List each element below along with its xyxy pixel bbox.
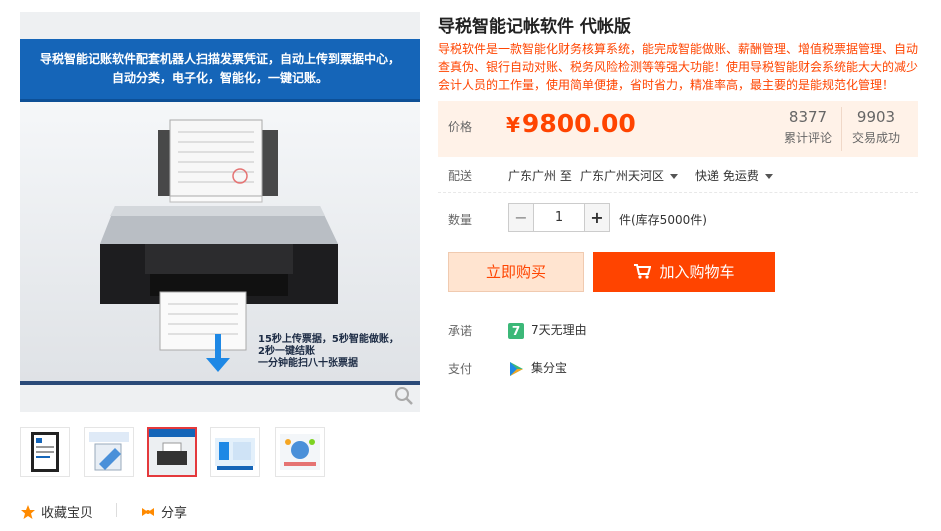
- favorite-button[interactable]: 收藏宝贝: [20, 502, 93, 521]
- deals-label: 交易成功: [851, 131, 900, 145]
- payment-item[interactable]: 集分宝: [508, 359, 567, 377]
- payment-text: 集分宝: [531, 361, 568, 375]
- price-value: ¥9800.00: [506, 109, 636, 138]
- image-bottom-bar: [20, 381, 420, 385]
- delivery-destination: 广东广州天河区: [580, 169, 665, 183]
- promise-label: 承诺: [448, 324, 473, 338]
- share-label: 分享: [161, 506, 188, 521]
- thumbnail-4[interactable]: [210, 427, 260, 477]
- action-divider: [116, 503, 117, 517]
- buy-now-button[interactable]: 立即购买: [448, 252, 584, 292]
- price-amount: 9800.00: [521, 109, 636, 138]
- price-label: 价格: [448, 120, 473, 134]
- thumbnail-5-image: [280, 434, 320, 470]
- cart-icon: [634, 264, 652, 279]
- deals-stat: 9903 交易成功: [846, 108, 906, 146]
- delivery-separator: [438, 192, 918, 193]
- price-panel: 价格 ¥9800.00 8377 累计评论 9903 交易成功: [438, 101, 918, 157]
- stat-divider: [841, 107, 842, 151]
- quantity-input[interactable]: 1: [534, 203, 584, 232]
- deals-count: 9903: [856, 108, 896, 126]
- delivery-destination-select[interactable]: 广东广州天河区: [580, 167, 679, 184]
- jifenbao-icon: [510, 361, 523, 376]
- chevron-down-icon: [764, 174, 773, 179]
- zoom-icon[interactable]: [394, 386, 414, 406]
- add-to-cart-label: 加入购物车: [659, 263, 735, 281]
- share-icon: [142, 507, 154, 516]
- payment-label: 支付: [448, 362, 473, 376]
- quantity-stepper: − 1 +: [508, 203, 610, 232]
- delivery-from: 广东广州 至: [508, 169, 572, 183]
- thumbnail-2-image: [89, 432, 129, 471]
- stock-text: 件(库存5000件): [619, 213, 707, 227]
- star-icon: [21, 504, 35, 519]
- currency-symbol: ¥: [506, 113, 520, 137]
- caption-line-2: 2秒一键结账: [258, 346, 315, 357]
- reviews-stat[interactable]: 8377 累计评论: [778, 108, 838, 146]
- quantity-label: 数量: [448, 213, 473, 227]
- reviews-count: 8377: [788, 108, 828, 126]
- promise-text: 7天无理由: [531, 323, 587, 337]
- caption-line-3: 一分钟能扫八十张票据: [258, 358, 358, 369]
- favorite-label: 收藏宝贝: [41, 506, 94, 521]
- quantity-minus-button[interactable]: −: [508, 203, 534, 232]
- reviews-label: 累计评论: [783, 131, 832, 145]
- image-caption: 15秒上传票据，5秒智能做账， 2秒一键结账 一分钟能扫八十张票据: [258, 334, 418, 370]
- product-title: 导税智能记帐软件 代帐版: [438, 17, 631, 37]
- main-product-image[interactable]: 导税智能记账软件配套机器人扫描发票凭证，自动上传到票据中心， 自动分类，电子化，…: [20, 12, 420, 412]
- quantity-plus-button[interactable]: +: [584, 203, 610, 232]
- caption-line-1: 15秒上传票据，5秒智能做账，: [258, 334, 399, 345]
- promise-item[interactable]: 7 7天无理由: [508, 321, 587, 339]
- seven-day-return-icon: 7: [508, 322, 524, 339]
- thumbnail-4-image: [215, 438, 255, 470]
- thumbnail-2[interactable]: [84, 427, 134, 477]
- add-to-cart-button[interactable]: 加入购物车: [593, 252, 775, 292]
- thumbnail-5[interactable]: [275, 427, 325, 477]
- thumbnail-1-image: [31, 432, 59, 472]
- share-button[interactable]: 分享: [140, 502, 187, 521]
- thumbnail-3-image: [149, 429, 195, 475]
- thumbnail-3[interactable]: [147, 427, 197, 477]
- chevron-down-icon: [670, 174, 679, 179]
- shipping-select[interactable]: 快递 免运费: [695, 167, 773, 184]
- product-description: 导税软件是一款智能化财务核算系统，能完成智能做账、薪酬管理、增值税票据管理、自动…: [438, 42, 919, 92]
- delivery-label: 配送: [448, 169, 473, 183]
- thumbnail-1[interactable]: [20, 427, 70, 477]
- shipping-method: 快递 免运费: [695, 169, 759, 183]
